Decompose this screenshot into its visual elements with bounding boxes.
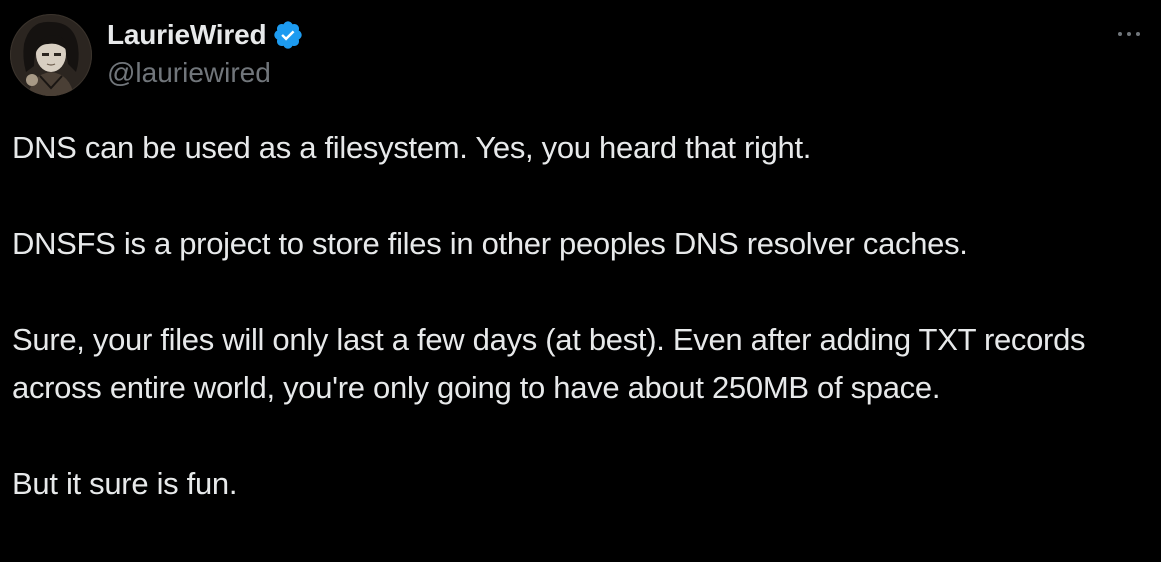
avatar-illustration <box>10 14 92 96</box>
more-options-icon <box>1118 32 1122 36</box>
more-options-button[interactable] <box>1109 20 1149 48</box>
tweet-paragraph: But it sure is fun. <box>12 466 238 501</box>
tweet-card: LaurieWired @lauriewired DNS can be used… <box>0 0 1161 562</box>
verified-badge-icon <box>272 19 304 51</box>
tweet-paragraph: Sure, your files will only last a few da… <box>12 322 1086 405</box>
author-handle[interactable]: @lauriewired <box>107 57 271 89</box>
author-display-name[interactable]: LaurieWired <box>107 19 267 51</box>
tweet-paragraph: DNSFS is a project to store files in oth… <box>12 226 968 261</box>
tweet-paragraph: DNS can be used as a filesystem. Yes, yo… <box>12 130 812 165</box>
avatar[interactable] <box>10 14 92 96</box>
tweet-text: DNS can be used as a filesystem. Yes, yo… <box>12 124 1142 508</box>
author-name-row: LaurieWired <box>107 16 304 54</box>
